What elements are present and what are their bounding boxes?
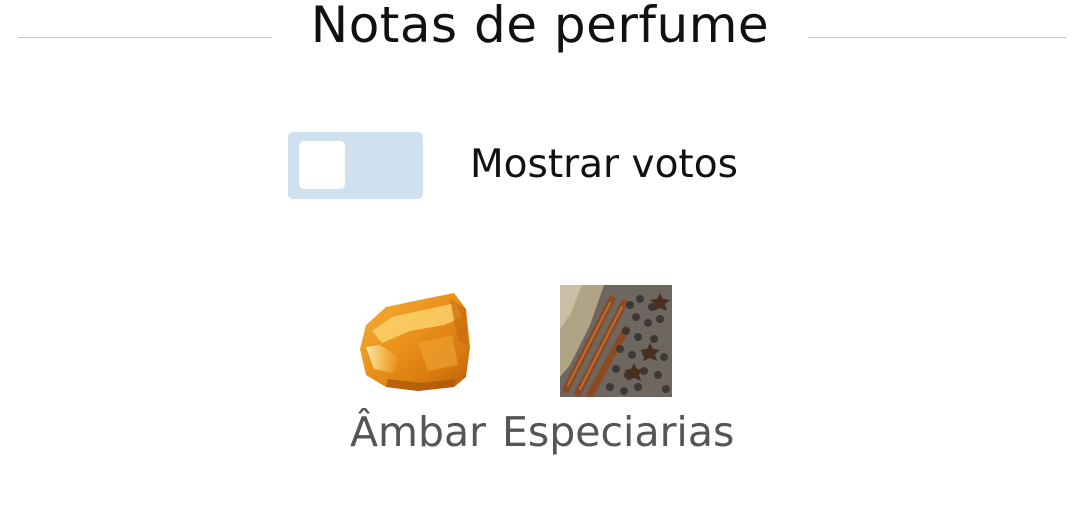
- heading-rule-right: [808, 37, 1066, 38]
- heading-rule-left: [18, 37, 272, 38]
- perfume-notes-section: Notas de perfume Mostrar votos Âmbar Esp…: [0, 0, 1080, 505]
- toggle-knob[interactable]: [299, 141, 345, 189]
- amber-resin-image[interactable]: [358, 287, 470, 399]
- spices-image[interactable]: [560, 285, 672, 397]
- note-label-amber[interactable]: Âmbar: [350, 406, 486, 458]
- show-votes-toggle[interactable]: [288, 132, 423, 199]
- note-label-spices[interactable]: Especiarias: [502, 406, 734, 458]
- show-votes-label[interactable]: Mostrar votos: [470, 140, 738, 190]
- section-title: Notas de perfume: [310, 0, 770, 54]
